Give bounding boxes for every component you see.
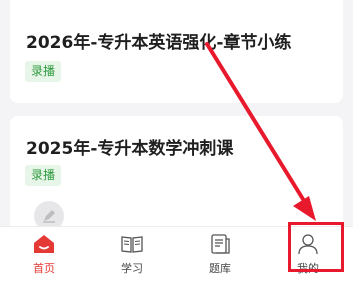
recorded-badge: 录播	[25, 165, 62, 186]
recorded-badge: 录播	[25, 61, 62, 82]
course-title: 2025年-专升本数学冲刺课	[26, 139, 234, 159]
course-title: 2026年-专升本英语强化-章节小练	[26, 33, 292, 53]
book-icon	[121, 236, 143, 253]
tab-home[interactable]: 首页	[0, 227, 88, 283]
question-bank-icon	[211, 234, 230, 254]
tab-label: 学习	[121, 262, 143, 275]
home-icon	[34, 235, 54, 253]
course-card[interactable]: 2026年-专升本英语强化-章节小练 录播	[10, 0, 343, 103]
highlight-box	[288, 222, 344, 272]
tab-study[interactable]: 学习	[88, 227, 176, 283]
tab-question-bank[interactable]: 题库	[176, 227, 264, 283]
tab-label: 题库	[209, 262, 231, 275]
tab-label: 首页	[33, 262, 55, 275]
